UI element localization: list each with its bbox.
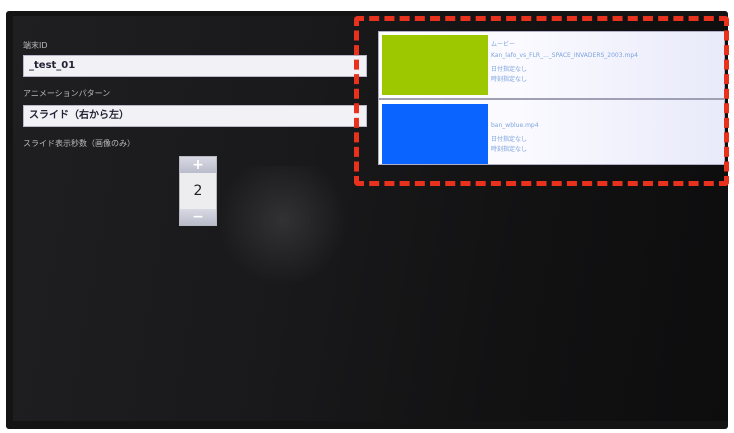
decrement-button[interactable]: − — [180, 209, 216, 225]
increment-button[interactable]: + — [180, 157, 216, 173]
slide-seconds-stepper: + 2 − — [179, 156, 217, 226]
terminal-id-label: 端末ID — [23, 41, 48, 50]
animation-pattern-select[interactable]: スライド（右から左） — [23, 105, 367, 127]
slide-seconds-label: スライド表示秒数（画像のみ） — [23, 139, 135, 148]
stepper-value: 2 — [193, 183, 203, 199]
highlight-annotation — [354, 16, 729, 186]
terminal-id-field[interactable]: _test_01 — [23, 55, 367, 77]
animation-pattern-label: アニメーションパターン — [23, 89, 111, 98]
screen-reflection — [218, 166, 348, 286]
